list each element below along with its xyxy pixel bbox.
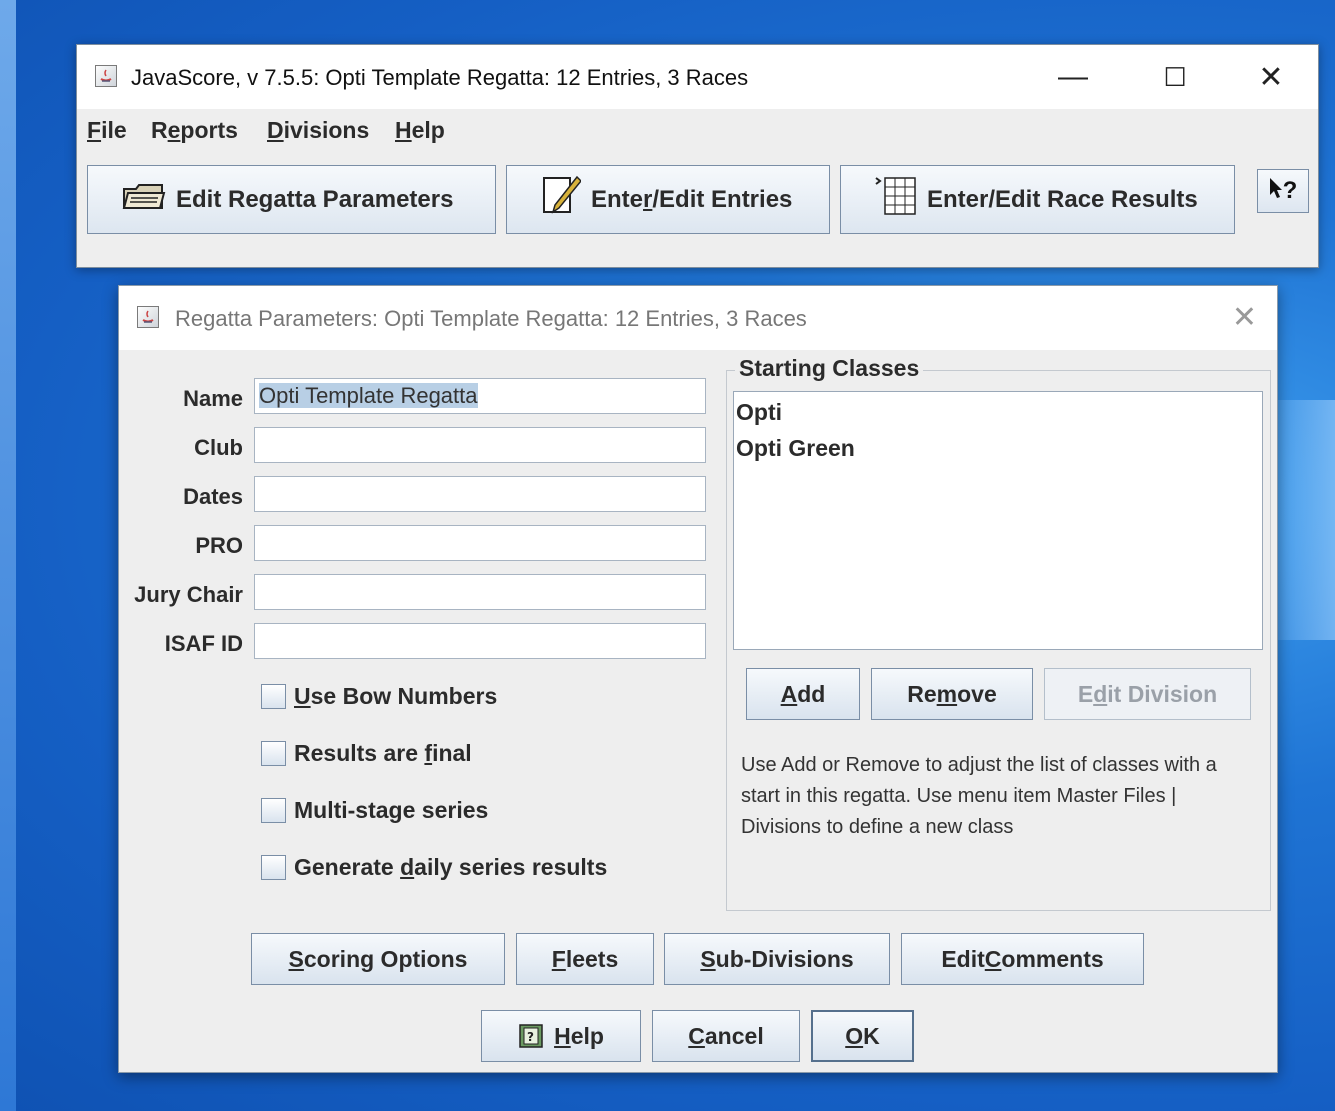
starting-classes-legend: Starting Classes	[735, 355, 924, 382]
menu-file[interactable]: File	[87, 117, 127, 144]
help-button[interactable]: ? Help	[481, 1010, 641, 1062]
jury-chair-label: Jury Chair	[134, 582, 243, 607]
starting-classes-list[interactable]: Opti Opti Green	[733, 391, 1263, 650]
main-window-title: JavaScore, v 7.5.5: Opti Template Regatt…	[131, 65, 749, 90]
grid-table-icon	[875, 174, 917, 225]
multi-stage-series-checkbox[interactable]: Multi-stage series	[261, 795, 488, 825]
jury-chair-input[interactable]	[254, 574, 706, 610]
add-class-button[interactable]: Add	[746, 668, 860, 720]
folder-icon	[122, 181, 166, 218]
dates-input[interactable]	[254, 476, 706, 512]
edit-division-button[interactable]: Ed it Division	[1044, 668, 1251, 720]
cancel-button[interactable]: Cancel	[652, 1010, 800, 1062]
enter-edit-entries-button[interactable]: Enter/Edit Entries	[506, 165, 830, 234]
remove-class-button[interactable]: Re m ove	[871, 668, 1033, 720]
java-app-icon	[95, 65, 117, 87]
help-book-icon: ?	[518, 1023, 544, 1049]
dialog-title: Regatta Parameters: Opti Template Regatt…	[175, 306, 807, 331]
isaf-id-input[interactable]	[254, 623, 706, 659]
club-label: Club	[194, 435, 243, 460]
help-cursor-icon	[1269, 177, 1283, 206]
menu-divisions[interactable]: Divisions	[267, 117, 369, 144]
svg-text:?: ?	[527, 1030, 534, 1044]
main-window: JavaScore, v 7.5.5: Opti Template Regatt…	[76, 44, 1319, 268]
isaf-id-label: ISAF ID	[164, 631, 243, 656]
name-label: Name	[183, 386, 243, 411]
starting-classes-help-text: Use Add or Remove to adjust the list of …	[741, 754, 1217, 838]
edit-regatta-parameters-button[interactable]: Edit Regatta Parameters	[87, 165, 496, 234]
pro-input[interactable]	[254, 525, 706, 561]
edit-comments-button[interactable]: Edit Comments	[901, 933, 1144, 985]
sub-divisions-button[interactable]: Sub-Divisions	[664, 933, 890, 985]
checkbox-box[interactable]	[261, 797, 286, 823]
list-item[interactable]: Opti	[736, 399, 782, 426]
checkbox-box[interactable]	[261, 740, 286, 766]
desktop-edge	[0, 0, 16, 1111]
ok-button[interactable]: OK	[811, 1010, 914, 1062]
use-bow-numbers-checkbox[interactable]: Use Bow Numbers	[261, 681, 497, 711]
scoring-options-button[interactable]: Scoring Options	[251, 933, 505, 985]
java-app-icon	[137, 306, 159, 328]
maximize-button[interactable]: ☐	[1147, 55, 1203, 99]
dialog-titlebar[interactable]: Regatta Parameters: Opti Template Regatt…	[119, 286, 1277, 350]
checkbox-box[interactable]	[261, 683, 286, 709]
club-input[interactable]	[254, 427, 706, 463]
close-button[interactable]: ✕	[1243, 55, 1299, 99]
checkbox-box[interactable]	[261, 854, 286, 880]
main-titlebar[interactable]: JavaScore, v 7.5.5: Opti Template Regatt…	[77, 45, 1318, 109]
menu-help[interactable]: Help	[395, 117, 445, 144]
context-help-button[interactable]: ?	[1257, 169, 1309, 213]
menu-bar: File Reports Divisions Help	[77, 109, 1318, 155]
minimize-button[interactable]: —	[1045, 55, 1101, 99]
generate-daily-series-results-checkbox[interactable]: Generate daily series results	[261, 852, 607, 882]
menu-reports[interactable]: Reports	[151, 117, 238, 144]
enter-edit-race-results-button[interactable]: Enter/Edit Race Results	[840, 165, 1235, 234]
results-are-final-checkbox[interactable]: Results are final	[261, 738, 472, 768]
dialog-close-icon[interactable]: ✕	[1232, 300, 1257, 335]
name-input[interactable]: Opti Template Regatta	[254, 378, 706, 414]
notepad-pencil-icon	[541, 174, 583, 225]
dates-label: Dates	[183, 484, 243, 509]
fleets-button[interactable]: Fleets	[516, 933, 654, 985]
regatta-parameters-dialog: Regatta Parameters: Opti Template Regatt…	[118, 285, 1278, 1073]
list-item[interactable]: Opti Green	[736, 435, 855, 462]
pro-label: PRO	[195, 533, 243, 558]
starting-classes-group: Starting Classes Opti Opti Green Add Re m…	[726, 355, 1271, 911]
